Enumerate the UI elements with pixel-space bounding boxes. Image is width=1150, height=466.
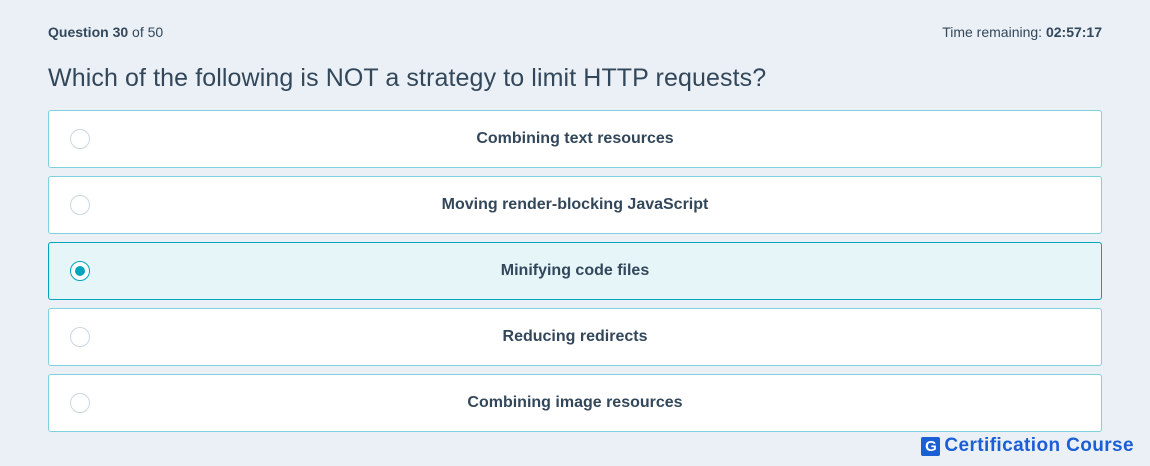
question-counter-label: Question: [48, 24, 109, 40]
question-counter: Question 30 of 50: [48, 24, 163, 40]
brand-logo-icon: G: [921, 436, 941, 456]
answer-options: Combining text resources Moving render-b…: [48, 110, 1102, 440]
answer-option-label: Combining text resources: [476, 130, 674, 147]
answer-option[interactable]: Combining text resources: [48, 110, 1102, 168]
answer-option-label: Reducing redirects: [502, 328, 648, 345]
answer-option[interactable]: Minifying code files: [48, 242, 1102, 300]
brand-watermark: G Certification Course: [921, 435, 1134, 457]
answer-option-label: Combining image resources: [467, 394, 683, 411]
question-text: Which of the following is NOT a strategy…: [48, 64, 767, 92]
answer-option-label: Minifying code files: [500, 262, 650, 279]
time-remaining-value: 02:57:17: [1045, 24, 1102, 40]
question-total: of 50: [132, 24, 164, 40]
radio-button[interactable]: [70, 393, 90, 413]
answer-option[interactable]: Combining image resources: [48, 374, 1102, 432]
radio-button[interactable]: [70, 129, 90, 149]
question-number: 30: [112, 24, 129, 40]
radio-button[interactable]: [70, 195, 90, 215]
answer-option-label: Moving render-blocking JavaScript: [441, 196, 709, 213]
time-remaining-label: Time remaining:: [942, 24, 1043, 40]
time-remaining: Time remaining: 02:57:17: [942, 24, 1102, 40]
radio-button[interactable]: [70, 327, 90, 347]
radio-button[interactable]: [70, 261, 90, 281]
quiz-header: Question 30 of 50 Time remaining: 02:57:…: [48, 24, 1102, 40]
brand-logo-letter: G: [925, 437, 937, 455]
answer-option[interactable]: Moving render-blocking JavaScript: [48, 176, 1102, 234]
answer-option[interactable]: Reducing redirects: [48, 308, 1102, 366]
brand-text: Certification Course: [944, 435, 1134, 456]
quiz-page: Question 30 of 50 Time remaining: 02:57:…: [0, 0, 1150, 466]
